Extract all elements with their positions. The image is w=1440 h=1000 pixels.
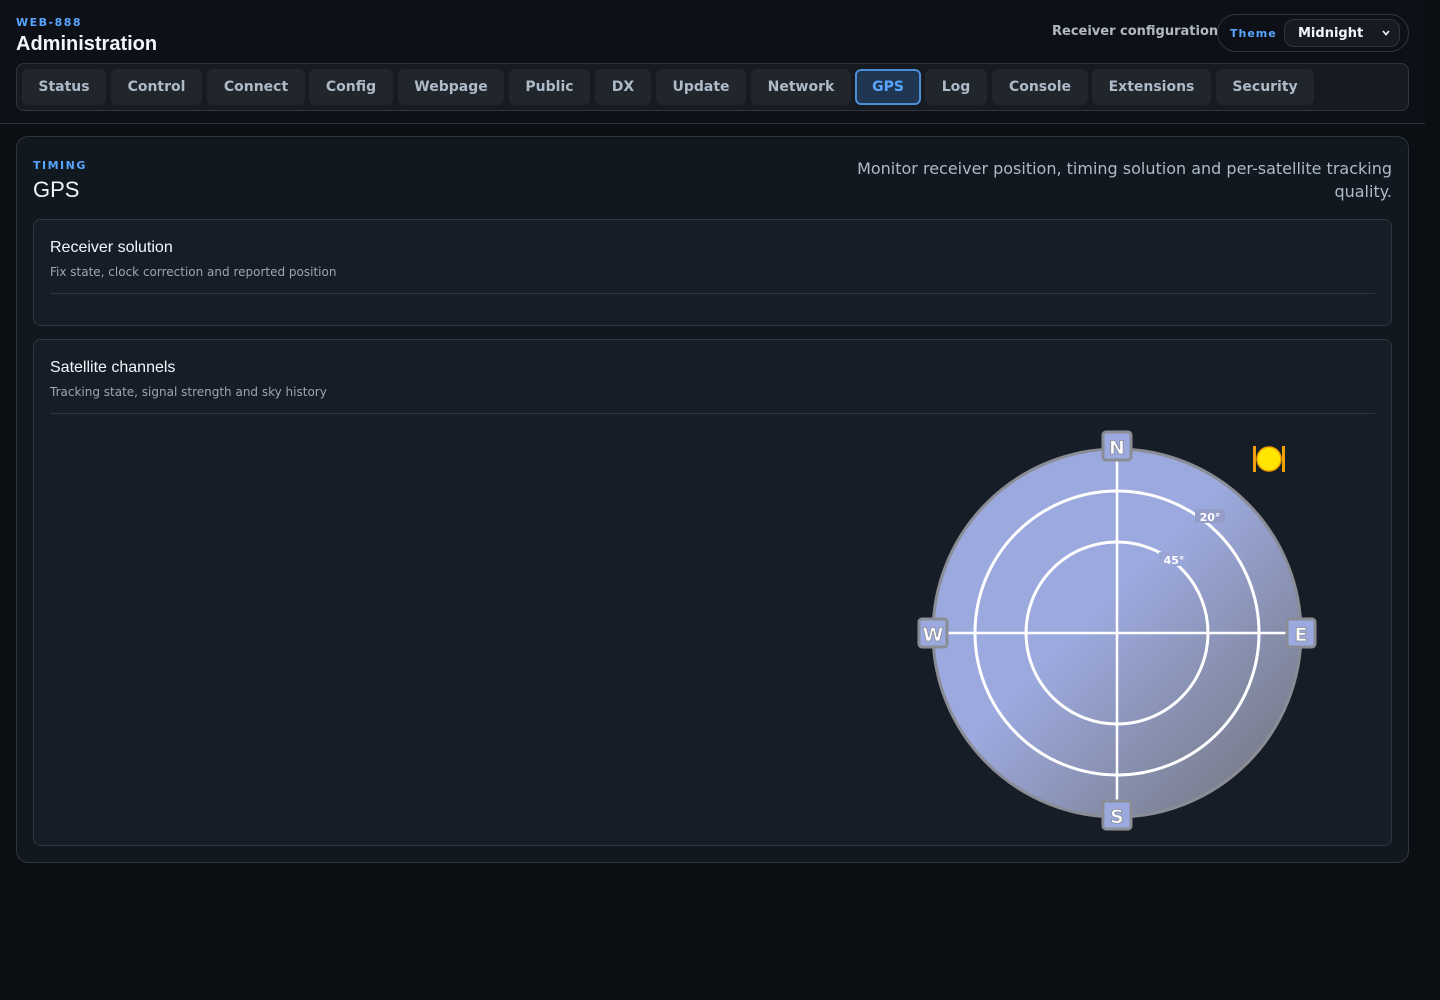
chevron-down-icon <box>1382 30 1390 36</box>
tab-webpage[interactable]: Webpage <box>398 69 504 105</box>
compass-east: E <box>1285 617 1317 649</box>
divider <box>50 413 1375 414</box>
card-title: Satellite channels <box>50 359 176 376</box>
section-description: Monitor receiver position, timing soluti… <box>857 159 1392 201</box>
tab-config[interactable]: Config <box>309 69 393 105</box>
tab-connect[interactable]: Connect <box>207 69 305 105</box>
section-kicker: TIMING <box>33 159 87 172</box>
sun-icon[interactable] <box>1252 444 1286 474</box>
divider <box>50 293 1375 294</box>
card-title: Receiver solution <box>50 239 173 256</box>
tab-update[interactable]: Update <box>656 69 746 105</box>
compass-west-label: W <box>923 624 944 646</box>
card-subtitle: Tracking state, signal strength and sky … <box>50 385 327 399</box>
compass-south-label: S <box>1110 806 1124 828</box>
tab-network[interactable]: Network <box>751 69 851 105</box>
tab-public[interactable]: Public <box>509 69 590 105</box>
receiver-config-label: Receiver configuration <box>1052 24 1219 39</box>
tab-console[interactable]: Console <box>992 69 1088 105</box>
compass-north: N <box>1101 430 1133 462</box>
device-id: WEB-888 <box>16 16 83 29</box>
page-title: Administration <box>16 33 158 55</box>
tab-extensions[interactable]: Extensions <box>1092 69 1211 105</box>
compass-south: S <box>1101 799 1133 831</box>
ring-label-45: 45° <box>1164 554 1185 567</box>
compass-west: W <box>917 617 949 649</box>
section-title: GPS <box>33 177 80 202</box>
tab-log[interactable]: Log <box>925 69 987 105</box>
theme-label: Theme <box>1230 27 1277 40</box>
tab-gps[interactable]: GPS <box>855 69 921 105</box>
theme-select[interactable]: Midnight <box>1284 19 1400 47</box>
admin-header: WEB-888 Administration Receiver configur… <box>0 0 1425 124</box>
tab-dx[interactable]: DX <box>595 69 651 105</box>
receiver-solution-card: Receiver solution Fix state, clock corre… <box>33 219 1392 326</box>
theme-switcher: Theme Midnight <box>1217 14 1409 52</box>
tab-security[interactable]: Security <box>1216 69 1314 105</box>
gps-panel: TIMING GPS Monitor receiver position, ti… <box>16 136 1409 863</box>
satellite-channels-card: Satellite channels Tracking state, signa… <box>33 339 1392 846</box>
theme-select-value: Midnight <box>1298 26 1364 41</box>
card-subtitle: Fix state, clock correction and reported… <box>50 265 337 279</box>
tab-control[interactable]: Control <box>111 69 202 105</box>
compass-east-label: E <box>1295 624 1308 646</box>
admin-tabs: Status Control Connect Config Webpage Pu… <box>16 63 1409 111</box>
compass-north-label: N <box>1109 437 1125 459</box>
tab-status[interactable]: Status <box>22 69 106 105</box>
sky-plot[interactable]: 20° 45° N S W E <box>914 418 1354 838</box>
ring-label-20: 20° <box>1200 511 1221 524</box>
